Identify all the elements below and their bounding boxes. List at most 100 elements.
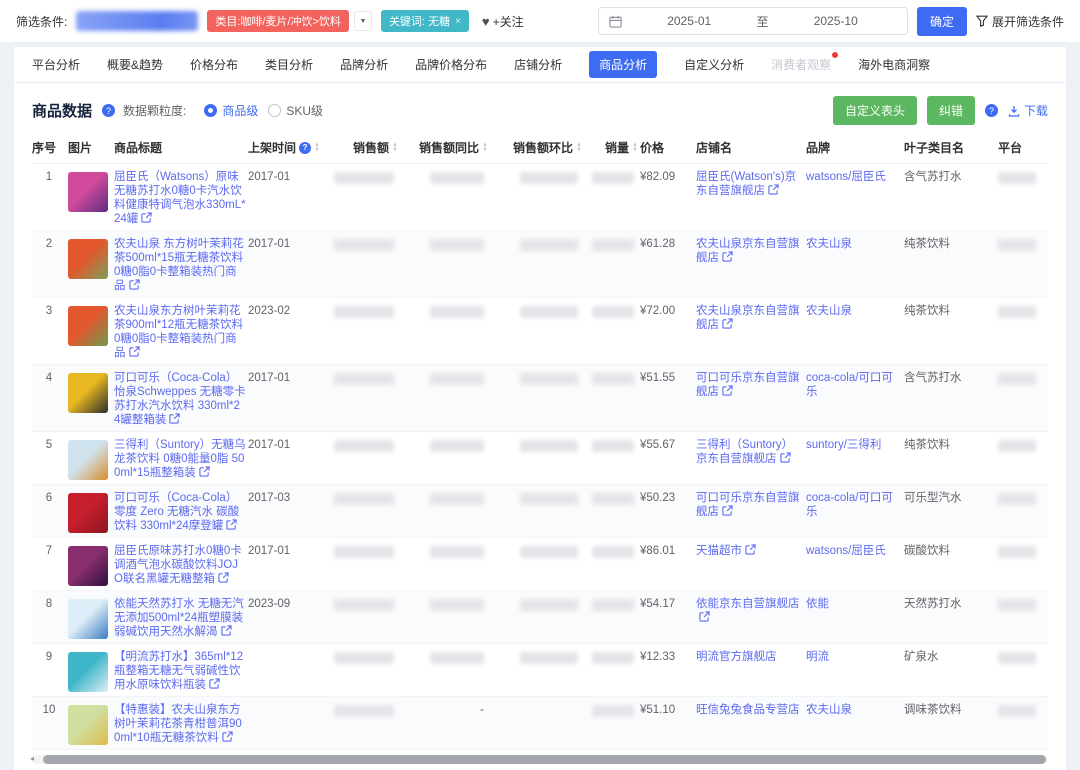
date-start-value[interactable]: 2025-01 [628, 14, 751, 28]
external-link-icon[interactable] [129, 279, 140, 294]
external-link-icon[interactable] [199, 466, 210, 481]
shop-link[interactable]: 屈臣氏(Watson's)京东自营旗舰店 [696, 171, 796, 197]
tab-消费者观察[interactable]: 消费者观察 [771, 51, 831, 78]
product-image[interactable] [68, 373, 108, 413]
row-index: 2 [32, 234, 66, 251]
external-link-icon[interactable] [722, 318, 733, 333]
external-link-icon[interactable] [768, 184, 779, 199]
column-header-label: 平台 [998, 139, 1022, 156]
shop-link[interactable]: 旺信兔兔食品专营店 [696, 704, 800, 716]
product-title-cell: 可口可乐（Coca-Cola）零度 Zero 无糖汽水 碳酸饮料 330ml*2… [114, 488, 246, 534]
tab-海外电商洞察[interactable]: 海外电商洞察 [858, 51, 930, 78]
brand-link[interactable]: watsons/屈臣氏 [806, 541, 902, 558]
product-image[interactable] [68, 652, 108, 692]
external-link-icon[interactable] [169, 413, 180, 428]
brand-link[interactable]: coca-cola/可口可乐 [806, 368, 902, 399]
brand-link[interactable]: 农夫山泉 [806, 700, 902, 717]
category-dropdown-caret-icon[interactable]: ▼ [354, 11, 372, 31]
expand-filters-button[interactable]: 展开筛选条件 [976, 13, 1064, 30]
shop-link[interactable]: 依能京东自营旗舰店 [696, 598, 800, 610]
shop-link[interactable]: 农夫山泉京东自营旗舰店 [696, 305, 800, 331]
product-image[interactable] [68, 493, 108, 533]
help-icon[interactable]: ? [102, 104, 115, 117]
brand-link[interactable]: suntory/三得利 [806, 435, 902, 452]
column-header-sales[interactable]: 销售额▲▼ [316, 139, 398, 156]
custom-header-button[interactable]: 自定义表头 [833, 96, 917, 125]
brand-link[interactable]: 依能 [806, 594, 902, 611]
sort-icon[interactable]: ▲▼ [632, 143, 638, 152]
tab-平台分析[interactable]: 平台分析 [32, 51, 80, 78]
external-link-icon[interactable] [209, 678, 220, 693]
tab-店铺分析[interactable]: 店铺分析 [514, 51, 562, 78]
shop-link[interactable]: 天猫超市 [696, 545, 742, 557]
horizontal-scrollbar[interactable]: ◂ [32, 755, 1048, 764]
brand-link[interactable]: watsons/屈臣氏 [806, 167, 902, 184]
tab-价格分布[interactable]: 价格分布 [190, 51, 238, 78]
external-link-icon[interactable] [722, 505, 733, 520]
external-link-icon[interactable] [722, 251, 733, 266]
product-image[interactable] [68, 306, 108, 346]
product-image[interactable] [68, 705, 108, 745]
brand-link[interactable]: 明流 [806, 647, 902, 664]
external-link-icon[interactable] [141, 212, 152, 227]
shop-link[interactable]: 农夫山泉京东自营旗舰店 [696, 238, 800, 264]
download-button[interactable]: 下载 [1008, 102, 1048, 119]
product-image[interactable] [68, 599, 108, 639]
date-range-picker[interactable]: 2025-01 至 2025-10 [598, 7, 908, 35]
remove-keyword-icon[interactable]: × [455, 16, 461, 27]
granularity-option-SKU级[interactable]: SKU级 [268, 102, 323, 119]
product-image[interactable] [68, 172, 108, 212]
sort-icon[interactable]: ▲▼ [482, 143, 488, 152]
external-link-icon[interactable] [722, 385, 733, 400]
category-filter-tag[interactable]: 类目:咖啡/麦片/冲饮>饮料 [207, 10, 349, 32]
external-link-icon[interactable] [218, 572, 229, 587]
scroll-left-icon[interactable]: ◂ [30, 754, 34, 763]
external-link-icon[interactable] [129, 346, 140, 361]
correction-button[interactable]: 纠错 [927, 96, 975, 125]
redacted-value [592, 546, 634, 558]
external-link-icon[interactable] [222, 731, 233, 746]
external-link-icon[interactable] [780, 452, 791, 467]
external-link-icon[interactable] [221, 625, 232, 640]
scrollbar-thumb[interactable] [43, 755, 1046, 764]
redacted-value [430, 239, 484, 251]
external-link-icon[interactable] [745, 544, 756, 559]
column-help-icon[interactable]: ? [299, 142, 311, 154]
confirm-button[interactable]: 确定 [917, 7, 967, 36]
shop-link[interactable]: 可口可乐京东自营旗舰店 [696, 372, 800, 398]
shop-link[interactable]: 可口可乐京东自营旗舰店 [696, 492, 800, 518]
cell-volume [584, 301, 638, 318]
external-link-icon[interactable] [699, 611, 710, 626]
keyword-filter-tag[interactable]: 关键词: 无糖 × [381, 10, 469, 32]
tab-商品分析[interactable]: 商品分析 [589, 51, 657, 78]
launch-date: 2017-01 [248, 435, 314, 452]
tab-品牌价格分布[interactable]: 品牌价格分布 [415, 51, 487, 78]
column-header-sales-mom[interactable]: 销售额环比▲▼ [490, 139, 582, 156]
sort-icon[interactable]: ▲▼ [392, 143, 398, 152]
product-image[interactable] [68, 239, 108, 279]
tab-类目分析[interactable]: 类目分析 [265, 51, 313, 78]
product-image[interactable] [68, 440, 108, 480]
brand-link[interactable]: coca-cola/可口可乐 [806, 488, 902, 519]
download-help-icon[interactable]: ? [985, 104, 998, 117]
column-header-sales-yoy[interactable]: 销售额同比▲▼ [400, 139, 488, 156]
product-image[interactable] [68, 546, 108, 586]
tab-品牌分析[interactable]: 品牌分析 [340, 51, 388, 78]
cell-sales [316, 541, 398, 558]
follow-button[interactable]: ♥ +关注 [482, 13, 524, 30]
brand-link[interactable]: 农夫山泉 [806, 234, 902, 251]
sort-icon[interactable]: ▲▼ [576, 143, 582, 152]
product-title-link[interactable]: 屈臣氏（Watsons）原味无糖苏打水0糖0卡汽水饮料健康特调气泡水330mL*… [114, 171, 246, 225]
granularity-option-商品级[interactable]: 商品级 [204, 102, 258, 119]
shop-link[interactable]: 明流官方旗舰店 [696, 651, 777, 663]
column-header-launch-date[interactable]: 上架时间?▲▼ [248, 139, 314, 156]
external-link-icon[interactable] [226, 519, 237, 534]
brand-link[interactable]: 农夫山泉 [806, 301, 902, 318]
tab-自定义分析[interactable]: 自定义分析 [684, 51, 744, 78]
product-title-link[interactable]: 可口可乐（Coca-Cola）零度 Zero 无糖汽水 碳酸饮料 330ml*2… [114, 492, 239, 532]
product-title-link[interactable]: 【明流苏打水】365ml*12瓶整箱无糖无气弱碱性饮用水原味饮料瓶装 [114, 651, 243, 691]
date-end-value[interactable]: 2025-10 [774, 14, 897, 28]
column-header-volume[interactable]: 销量▲▼ [584, 139, 638, 156]
product-title-link[interactable]: 三得利（Suntory）无糖乌龙茶饮料 0糖0能量0脂 500ml*15瓶整箱装 [114, 439, 246, 479]
tab-概要&趋势[interactable]: 概要&趋势 [107, 51, 163, 78]
